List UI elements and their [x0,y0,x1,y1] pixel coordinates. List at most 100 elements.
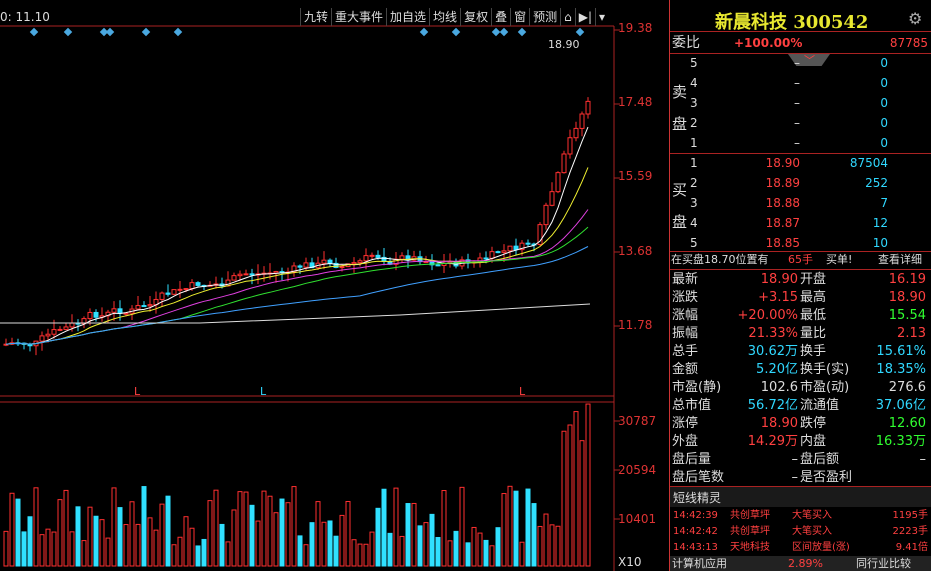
buy-row[interactable]: 1 18.90 87504 [670,153,928,173]
window-button[interactable]: 窗 [510,8,529,26]
candle-body [297,265,303,268]
gear-icon[interactable]: ⚙ [908,9,922,28]
elves-header: 短线精灵 [670,487,931,507]
expand-right-icon[interactable]: ▶| [574,8,595,26]
volume-bar [237,491,243,567]
candle-body [123,312,129,315]
lock-icon[interactable]: ⌂ [560,8,575,26]
volume-bar [243,491,249,567]
nine-turn-button[interactable]: 九转 [300,8,331,26]
candle-body [159,292,165,300]
sell-price: – [794,116,800,130]
stat-value: 102.6 [760,380,798,395]
candle-body [63,326,69,330]
candle-body [117,308,123,314]
industry-name[interactable]: 计算机应用 [672,556,727,571]
dropdown-icon[interactable]: ▾ [595,8,608,26]
buy-level: 4 [690,216,698,230]
volume-bar [453,530,459,567]
volume-bar [543,513,549,567]
candle-body [495,251,501,254]
sell-row[interactable]: 1 – 0 [670,133,928,153]
volume-bar [435,537,441,567]
volume-bar [21,531,27,567]
kline-chart-svg[interactable] [0,0,669,571]
buy-row[interactable]: 3 18.88 7 [670,193,928,213]
sell-row[interactable]: 2 – 0 [670,113,928,133]
forecast-button[interactable]: 预测 [529,8,560,26]
volume-bar [159,503,165,567]
overlay-button[interactable]: 叠 [491,8,510,26]
footer-bar: 计算机应用 2.89% 同行业比较 [670,556,931,571]
candle-body [369,254,375,257]
candle-body [555,172,561,193]
industry-compare-link[interactable]: 同行业比较 [856,556,911,571]
candle-body [39,335,45,342]
candle-body [147,304,153,307]
buy-row[interactable]: 4 18.87 12 [670,213,928,233]
volume-bar [513,490,519,567]
volume-bar [561,430,567,567]
volume-bar [153,529,159,567]
candle-body [45,333,51,337]
order-info-row: 在买盘18.70位置有 65手 买单! 查看详细 [670,250,928,270]
volume-bar [189,527,195,567]
stat-value: – [919,452,927,467]
buy-volume: 12 [872,216,888,230]
volume-bar [387,532,393,567]
volume-bar [225,541,231,567]
volume-bar [111,487,117,567]
volume-bar [393,487,399,567]
webi-row: 委比 +100.00% 87785 [670,33,928,53]
sell-row[interactable]: 5 – 0 [670,53,928,73]
moving-average-button[interactable]: 均线 [429,8,460,26]
candle-body [357,260,363,264]
volume-bar [585,403,591,567]
buy-volume: 87504 [849,156,888,170]
candle-body [513,245,519,251]
webi-pct: +100.00% [734,36,803,50]
adjust-price-button[interactable]: 复权 [460,8,491,26]
stat-value: 5.20亿 [756,362,798,377]
candle-body [195,282,201,286]
volume-bar [195,545,201,567]
moving-average-line [5,209,589,345]
elves-title[interactable]: 短线精灵 [673,489,721,506]
add-favorite-button[interactable]: 加自选 [386,8,429,26]
sell-level: 3 [690,96,698,110]
volume-bar [477,532,483,567]
moving-average-line [5,246,589,345]
elves-item[interactable]: 14:43:13 天地科技 区间放量(涨) 9.41倍 [670,540,931,556]
buy-row[interactable]: 2 18.89 252 [670,173,928,193]
buy-price: 18.87 [765,216,800,230]
elves-item[interactable]: 14:42:42 共创草坪 大笔买入 2223手 [670,524,931,540]
elves-value: 2223手 [892,526,928,537]
elves-event: 大笔买入 [792,510,832,521]
volume-bar [357,543,363,567]
volume-bar [381,488,387,567]
candle-body [111,308,117,313]
elves-stock[interactable]: 共创草坪 [730,524,770,540]
candle-body [579,113,585,129]
price-tick: 11.78 [618,318,653,332]
kline-chart-area[interactable]: 0: 11.10 九转 重大事件 加自选 均线 复权叠窗预测 ⌂ ▶| ▾ 19.38 17.… [0,0,669,571]
volume-tick: 20594 [618,463,657,477]
sell-row[interactable]: 3 – 0 [670,93,928,113]
volume-bar [9,492,15,567]
major-events-button[interactable]: 重大事件 [331,8,386,26]
view-detail-link[interactable]: 查看详细 [878,250,922,270]
event-marker [29,27,39,37]
candle-body [93,311,99,318]
candle-body [489,251,495,259]
elves-stock[interactable]: 共创草坪 [730,508,770,524]
elves-item[interactable]: 14:42:39 共创草坪 大笔买入 1195手 [670,508,931,524]
stat-label: 金额 [672,362,699,377]
volume-bar [459,486,465,567]
sell-row[interactable]: 4 – 0 [670,73,928,93]
sell-price: – [794,56,800,70]
candle-body [141,305,147,308]
elves-stock[interactable]: 天地科技 [730,540,770,556]
candle-body [69,322,75,328]
sell-volume: 0 [880,96,888,110]
elves-time: 14:42:42 [673,526,718,537]
